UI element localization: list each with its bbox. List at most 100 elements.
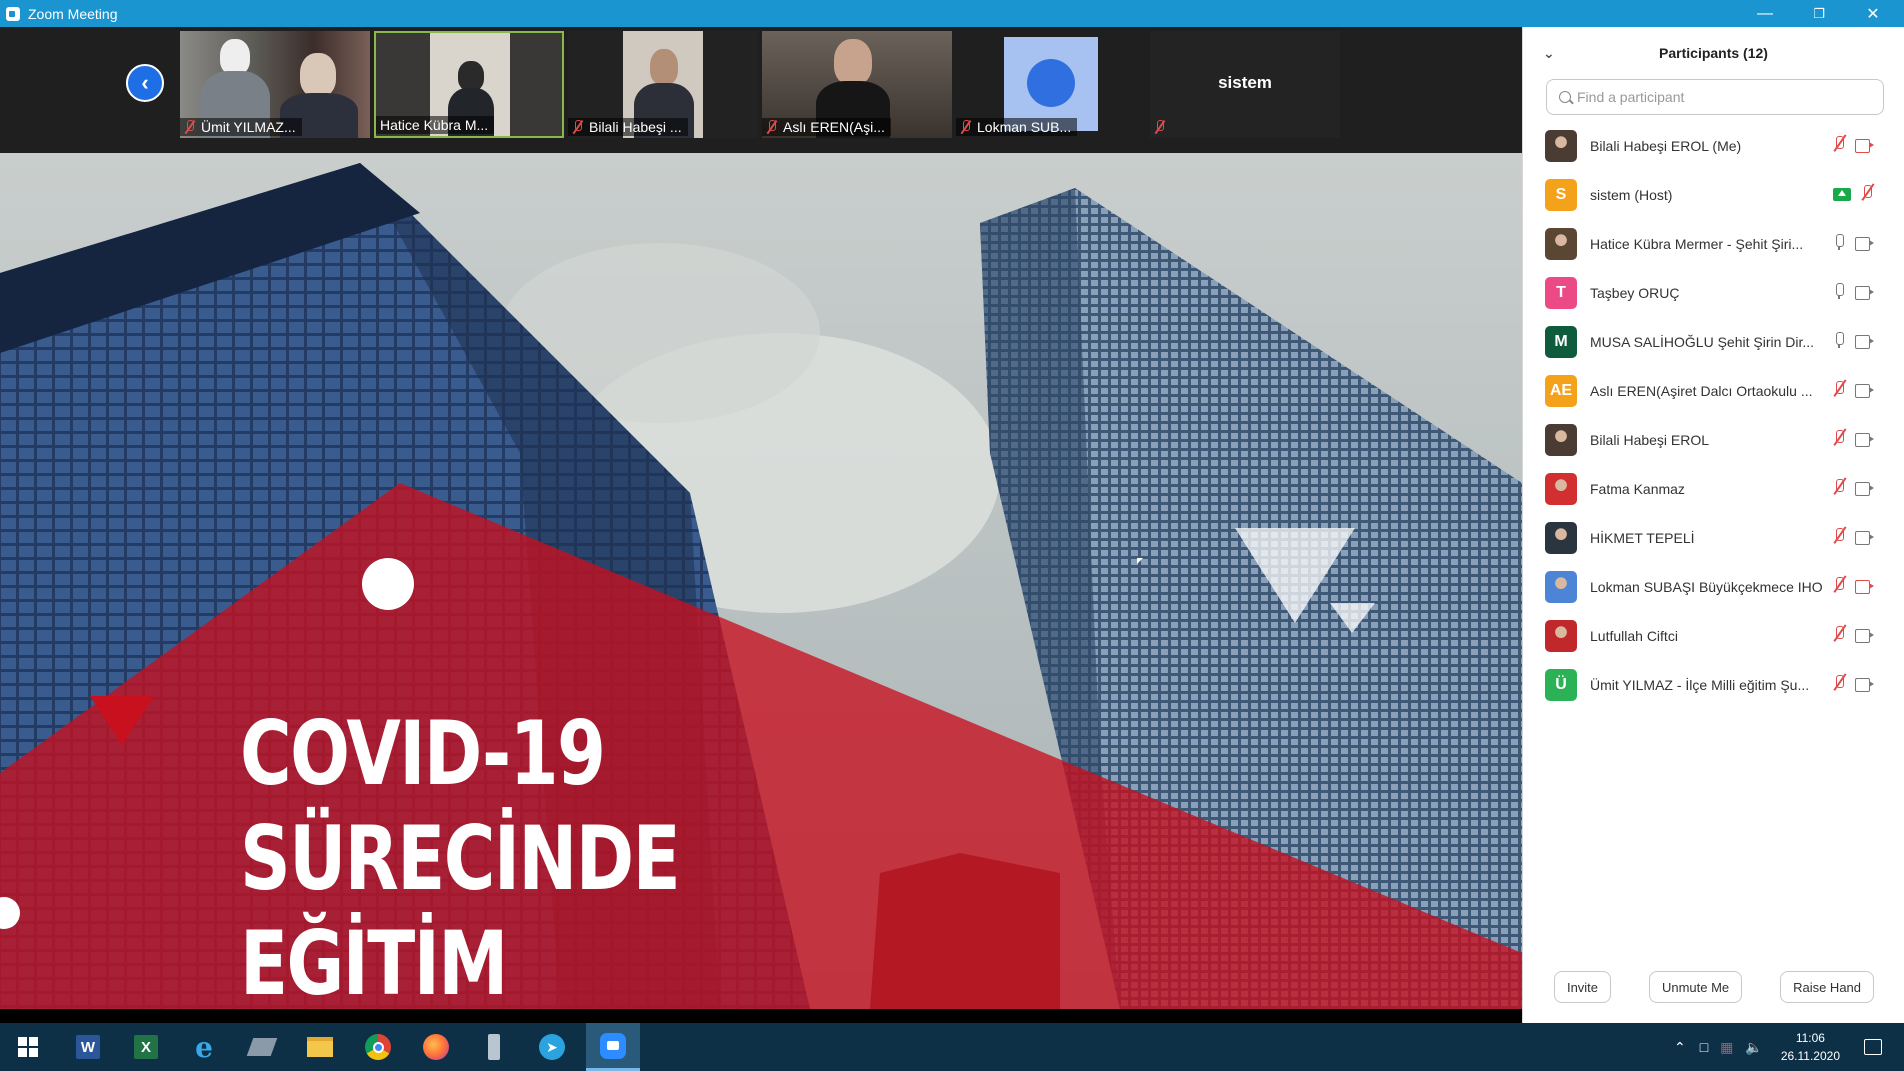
excel-taskbar-button[interactable]: X	[124, 1029, 168, 1065]
mic-muted-icon	[1833, 674, 1845, 692]
avatar: Ü	[1545, 668, 1577, 701]
tile-name-label: Ümit YILMAZ...	[180, 118, 302, 136]
participant-status	[1833, 380, 1875, 398]
video-camera-icon	[1855, 383, 1875, 398]
zoom-taskbar-button[interactable]	[586, 1023, 640, 1071]
participant-name: Lokman SUBAŞI Büyükçekmece IHO	[1590, 578, 1823, 595]
avatar	[1545, 129, 1577, 162]
shared-screen: COVID-19 SÜRECİNDE EĞİTİM	[0, 153, 1522, 1009]
mic-muted-icon	[1861, 184, 1873, 202]
video-tile-1[interactable]: Ümit YILMAZ...	[180, 31, 370, 138]
slide-background	[0, 153, 1522, 1009]
participant-name: Taşbey ORUÇ	[1590, 284, 1680, 301]
app-taskbar-button[interactable]	[240, 1029, 284, 1065]
avatar	[1545, 472, 1577, 505]
participant-name: Bilali Habeşi EROL (Me)	[1590, 137, 1742, 154]
restore-icon: ❐	[1813, 5, 1825, 21]
chevron-down-icon[interactable]: ⌄	[1543, 45, 1555, 62]
windows-start-button[interactable]	[6, 1029, 50, 1065]
volume-icon[interactable]: 🔈	[1745, 1039, 1762, 1056]
video-off-icon	[1855, 138, 1875, 153]
slide-title-line-1: COVID-19	[240, 702, 606, 805]
slide-title-line-2: SÜRECİNDE	[240, 807, 681, 910]
video-camera-icon	[1855, 334, 1875, 349]
video-tile-4[interactable]: Aslı EREN(Aşi...	[762, 31, 952, 138]
network-icon[interactable]: □	[1700, 1039, 1708, 1055]
notifications-icon[interactable]	[1864, 1039, 1882, 1055]
invite-button[interactable]: Invite	[1553, 971, 1612, 1003]
microphone-icon	[1833, 282, 1845, 300]
mic-muted-icon	[572, 120, 584, 134]
tile-center-name: sistem	[1218, 73, 1272, 92]
minimize-button[interactable]: —	[1738, 0, 1792, 27]
participant-row[interactable]: HİKMET TEPELİ	[1523, 513, 1904, 562]
mic-muted-icon	[1833, 478, 1845, 496]
firefox-taskbar-button[interactable]	[414, 1029, 458, 1065]
mic-muted-icon	[766, 120, 778, 134]
avatar	[1545, 619, 1577, 652]
word-taskbar-button[interactable]: W	[66, 1029, 110, 1065]
close-button[interactable]: ✕	[1846, 0, 1900, 27]
participant-list: Bilali Habeşi EROL (Me) Ssistem (Host) Hat…	[1523, 121, 1904, 709]
mic-muted-icon	[1833, 135, 1845, 153]
previous-page-button[interactable]: ‹	[126, 64, 164, 102]
clock-date: 26.11.2020	[1780, 1049, 1840, 1063]
participant-name: Lutfullah Ciftci	[1590, 627, 1678, 644]
participant-name: Aslı EREN(Aşiret Dalcı Ortaokulu ...	[1590, 382, 1813, 399]
usb-icon	[488, 1034, 500, 1060]
video-tile-5[interactable]: Lokman SUB...	[956, 31, 1146, 138]
participant-row[interactable]: Fatma Kanmaz	[1523, 464, 1904, 513]
participant-status	[1833, 478, 1875, 496]
app-icon	[246, 1038, 278, 1056]
unmute-me-button[interactable]: Unmute Me	[1648, 971, 1743, 1003]
participants-title: Participants (12)	[1659, 45, 1768, 61]
avatar-circle	[1027, 59, 1075, 107]
clock[interactable]: 11:06 26.11.2020	[1781, 1029, 1840, 1065]
mic-muted-icon	[1833, 576, 1845, 594]
video-tile-6[interactable]: sistem	[1150, 31, 1340, 138]
mic-muted-icon	[1833, 527, 1845, 545]
participant-row[interactable]: Ssistem (Host)	[1523, 170, 1904, 219]
usb-tool-taskbar-button[interactable]	[472, 1029, 516, 1065]
participant-status	[1833, 331, 1875, 349]
participant-status	[1833, 184, 1873, 202]
participant-status	[1833, 527, 1875, 545]
participant-row[interactable]: Bilali Habeşi EROL	[1523, 415, 1904, 464]
mic-muted-icon	[1154, 120, 1166, 134]
video-tile-3[interactable]: Bilali Habeşi ...	[568, 31, 758, 138]
file-explorer-taskbar-button[interactable]	[298, 1029, 342, 1065]
participant-search-field[interactable]: Find a participant	[1546, 79, 1884, 115]
slide-title-line-3: EĞİTİM	[240, 912, 508, 1009]
avatar: S	[1545, 178, 1577, 211]
participant-row[interactable]: Hatice Kübra Mermer - Şehit Şiri...	[1523, 219, 1904, 268]
restore-button[interactable]: ❐	[1792, 0, 1846, 27]
video-camera-icon	[1855, 677, 1875, 692]
avatar	[1545, 423, 1577, 456]
tile-name-label: Lokman SUB...	[956, 118, 1078, 136]
mic-muted-icon	[1833, 380, 1845, 398]
chevron-up-icon[interactable]: ⌃	[1674, 1039, 1686, 1056]
participant-name: Hatice Kübra Mermer - Şehit Şiri...	[1590, 235, 1804, 252]
participant-name: Bilali Habeşi EROL	[1590, 431, 1710, 448]
system-tray: ⌃ □ ▦ 🔈 11:06 26.11.2020	[1674, 1023, 1904, 1071]
internet-explorer-taskbar-button[interactable]: e	[182, 1029, 226, 1065]
security-icon[interactable]: ▦	[1720, 1039, 1733, 1056]
screen-share-icon	[1833, 187, 1851, 201]
slide-title: COVID-19 SÜRECİNDE EĞİTİM	[240, 701, 681, 1009]
raise-hand-button[interactable]: Raise Hand	[1780, 971, 1875, 1003]
telegram-taskbar-button[interactable]: ➤	[530, 1029, 574, 1065]
participant-row[interactable]: T Taşbey ORUÇ	[1523, 268, 1904, 317]
video-tile-2[interactable]: Hatice Kübra M...	[374, 31, 564, 138]
excel-icon: X	[134, 1035, 158, 1059]
participant-row[interactable]: Bilali Habeşi EROL (Me)	[1523, 121, 1904, 170]
participant-name: HİKMET TEPELİ	[1590, 529, 1695, 546]
avatar: AE	[1545, 374, 1577, 407]
participant-row[interactable]: Ü Ümit YILMAZ - İlçe Milli eğitim Şu...	[1523, 660, 1904, 709]
tile-name-label: Aslı EREN(Aşi...	[762, 118, 891, 136]
participant-row[interactable]: Lokman SUBAŞI Büyükçekmece IHO	[1523, 562, 1904, 611]
participant-row[interactable]: M MUSA SALİHOĞLU Şehit Şirin Dir...	[1523, 317, 1904, 366]
participant-row[interactable]: AE Aslı EREN(Aşiret Dalcı Ortaokulu ...	[1523, 366, 1904, 415]
participant-row[interactable]: Lutfullah Ciftci	[1523, 611, 1904, 660]
search-placeholder: Find a participant	[1577, 89, 1685, 105]
chrome-taskbar-button[interactable]	[356, 1029, 400, 1065]
